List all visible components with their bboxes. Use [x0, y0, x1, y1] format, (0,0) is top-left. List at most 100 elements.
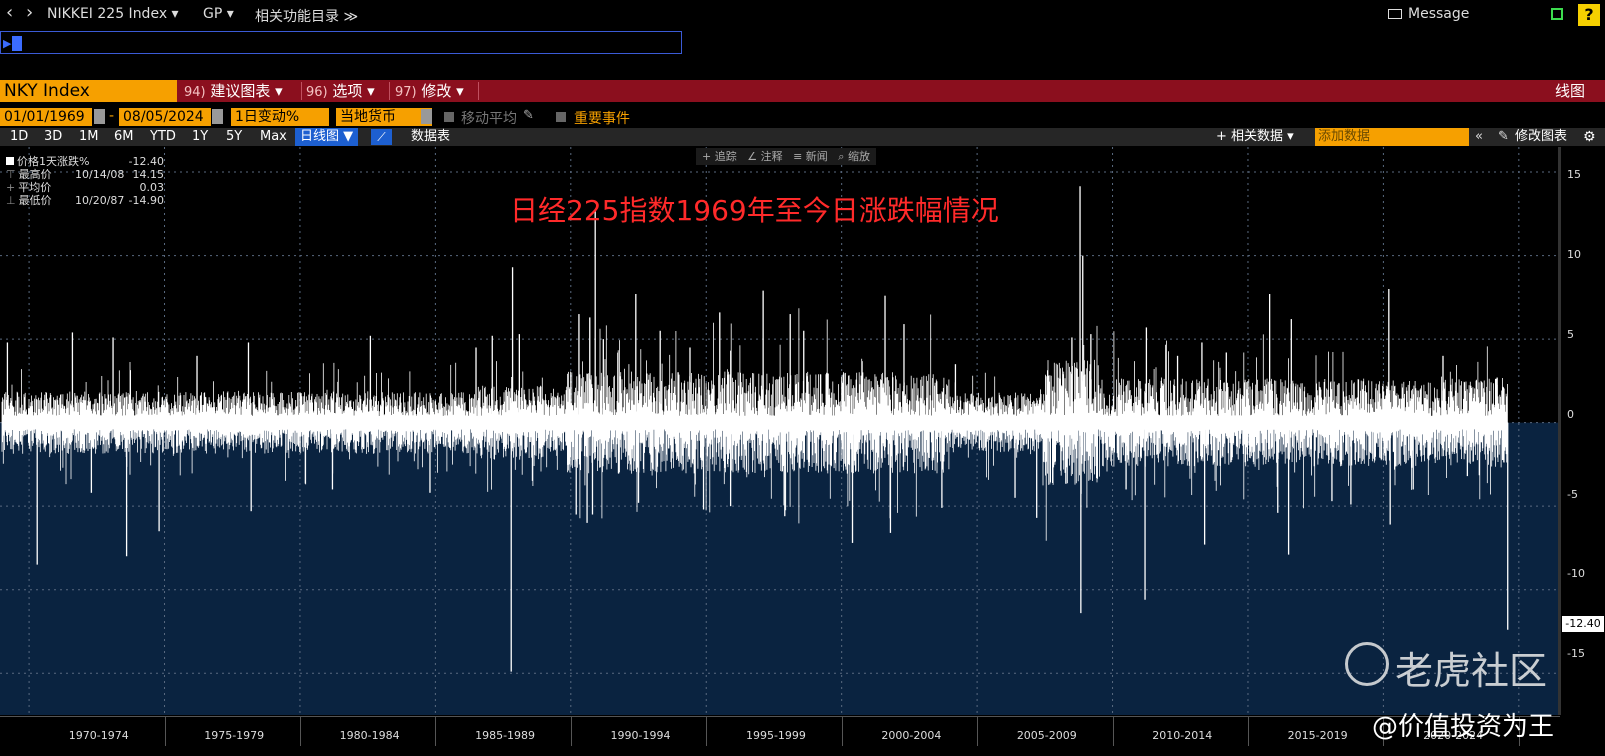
- watermark-brand: 老虎社区: [1395, 649, 1548, 693]
- period-ytd[interactable]: YTD: [150, 128, 176, 146]
- x-tick-label: 1985-1989: [475, 729, 536, 742]
- legend-average-value: 0.03: [139, 181, 165, 194]
- annotate-tool[interactable]: ∠ 注释: [747, 150, 782, 163]
- gp-selector[interactable]: GP ▾: [203, 6, 234, 22]
- security-selector[interactable]: NIKKEI 225 Index ▾: [47, 6, 179, 22]
- text-cursor: [12, 36, 22, 51]
- top-toolbar: ‹ › NIKKEI 225 Index ▾ GP ▾ 相关功能目录 ≫ Mes…: [0, 0, 1605, 30]
- menu-number: 94): [184, 85, 206, 100]
- ticker-field[interactable]: NKY Index: [0, 80, 177, 102]
- forward-arrow-icon[interactable]: ›: [26, 2, 33, 23]
- period-6m[interactable]: 6M: [114, 128, 134, 146]
- x-tick-label: 2010-2014: [1152, 729, 1213, 742]
- zoom-tool[interactable]: ⌕ 缩放: [838, 150, 870, 163]
- menu-edit[interactable]: 97) 修改 ▾: [395, 80, 464, 102]
- legend-average-label: 平均价: [18, 181, 52, 194]
- start-date-field[interactable]: 01/01/1969: [0, 108, 92, 126]
- watermark-author: @价值投资为王: [1372, 712, 1555, 742]
- legend-row-series: 价格1天涨跌% -12.40: [6, 155, 164, 168]
- legend-low-date: 10/20/87: [75, 194, 125, 207]
- message-button[interactable]: Message: [1408, 6, 1469, 22]
- date-range-dash: -: [109, 108, 115, 124]
- legend-row-average: + 平均价 0.03: [6, 181, 164, 194]
- envelope-icon: [1388, 9, 1402, 19]
- menu-label: 修改 ▾: [421, 82, 464, 100]
- period-max[interactable]: Max: [260, 128, 287, 146]
- y-tick-label: 10: [1567, 248, 1581, 261]
- average-marker-icon: +: [6, 181, 16, 194]
- x-tick-label: 2000-2004: [881, 729, 942, 742]
- x-axis-separator: [1112, 716, 1114, 746]
- x-axis-separator: [841, 716, 843, 746]
- legend-high-value: 14.15: [132, 168, 165, 181]
- field-selector[interactable]: 1日变动%: [231, 108, 329, 126]
- moving-average-label: 移动平均: [461, 111, 517, 127]
- news-tool[interactable]: ≡ 新闻: [793, 150, 828, 163]
- currency-selector[interactable]: 当地货币: [336, 108, 432, 126]
- menu-options[interactable]: 96) 选项 ▾: [306, 80, 375, 102]
- command-input[interactable]: ▶: [0, 31, 682, 54]
- legend-series-value: -12.40: [128, 155, 164, 168]
- x-tick-label: 1980-1984: [339, 729, 400, 742]
- help-button[interactable]: ?: [1578, 4, 1600, 26]
- events-checkbox[interactable]: [556, 112, 566, 122]
- period-1y[interactable]: 1Y: [192, 128, 208, 146]
- calendar-icon[interactable]: [212, 109, 223, 124]
- x-axis-separator: [1247, 716, 1249, 746]
- x-axis-separator: [164, 716, 166, 746]
- calendar-icon[interactable]: [94, 109, 105, 124]
- period-5y[interactable]: 5Y: [226, 128, 242, 146]
- y-tick-label: -15: [1567, 647, 1585, 660]
- period-1d[interactable]: 1D: [10, 128, 28, 146]
- track-tool[interactable]: + 追踪: [702, 150, 737, 163]
- pencil-icon[interactable]: ✎: [523, 108, 534, 123]
- x-tick-label: 1995-1999: [745, 729, 806, 742]
- high-marker-icon: ⊤: [6, 168, 16, 181]
- legend-low-value: -14.90: [128, 194, 164, 207]
- x-axis-separator: [299, 716, 301, 746]
- chart-svg: [0, 147, 1558, 715]
- chart-tools: + 追踪 ∠ 注释 ≡ 新闻 ⌕ 缩放: [696, 148, 876, 165]
- export-icon[interactable]: [1551, 8, 1563, 20]
- legend-row-high: ⊤ 最高价 10/14/08 14.15: [6, 168, 164, 181]
- moving-average-checkbox[interactable]: [444, 112, 454, 122]
- y-tick-label: -5: [1567, 488, 1578, 501]
- pencil-icon[interactable]: ✎: [1498, 128, 1509, 146]
- period-3d[interactable]: 3D: [44, 128, 62, 146]
- y-tick-label: -10: [1567, 567, 1585, 580]
- last-value-label: -12.40: [1562, 616, 1604, 632]
- view-daily-chart[interactable]: 日线图 ▼: [295, 128, 359, 146]
- y-tick-label: 15: [1567, 168, 1581, 181]
- legend-high-date: 10/14/08: [75, 168, 125, 181]
- x-axis-separator: [706, 716, 708, 746]
- menu-divider: [478, 82, 479, 100]
- chevron-down-icon[interactable]: [421, 109, 432, 124]
- add-data-input[interactable]: 添加数据: [1315, 128, 1469, 146]
- x-tick-label: 2005-2009: [1016, 729, 1077, 742]
- menu-divider: [301, 82, 302, 100]
- gear-icon[interactable]: ⚙: [1583, 128, 1596, 146]
- menu-number: 97): [395, 85, 417, 100]
- data-table-tab[interactable]: 数据表: [411, 128, 450, 146]
- line-chart-icon[interactable]: ⟋: [371, 129, 392, 145]
- legend-low-label: 最低价: [18, 194, 52, 207]
- x-tick-label: 1990-1994: [610, 729, 671, 742]
- collapse-icon[interactable]: «: [1475, 128, 1483, 146]
- x-tick-label: 1975-1979: [204, 729, 265, 742]
- menu-suggested-charts[interactable]: 94) 建议图表 ▾: [184, 80, 283, 102]
- x-axis-separator: [435, 716, 437, 746]
- tiger-logo-icon: [1345, 642, 1389, 686]
- prompt-arrow-icon: ▶: [3, 37, 12, 50]
- back-arrow-icon[interactable]: ‹: [6, 2, 13, 23]
- period-1m[interactable]: 1M: [79, 128, 99, 146]
- below-zero-area: [0, 422, 1558, 715]
- legend-series-label: 价格1天涨跌%: [17, 155, 90, 168]
- x-axis-separator: [570, 716, 572, 746]
- related-data-button[interactable]: + 相关数据 ▾: [1216, 128, 1294, 146]
- related-functions-menu[interactable]: 相关功能目录 ≫: [255, 6, 358, 26]
- series-swatch: [6, 157, 14, 165]
- chart-legend: 价格1天涨跌% -12.40 ⊤ 最高价 10/14/08 14.15 + 平均价 …: [6, 155, 164, 207]
- chart-title: 日经225指数1969年至今日涨跌幅情况: [510, 194, 999, 227]
- edit-chart-button[interactable]: 修改图表: [1515, 128, 1567, 146]
- end-date-field[interactable]: 08/05/2024: [119, 108, 211, 126]
